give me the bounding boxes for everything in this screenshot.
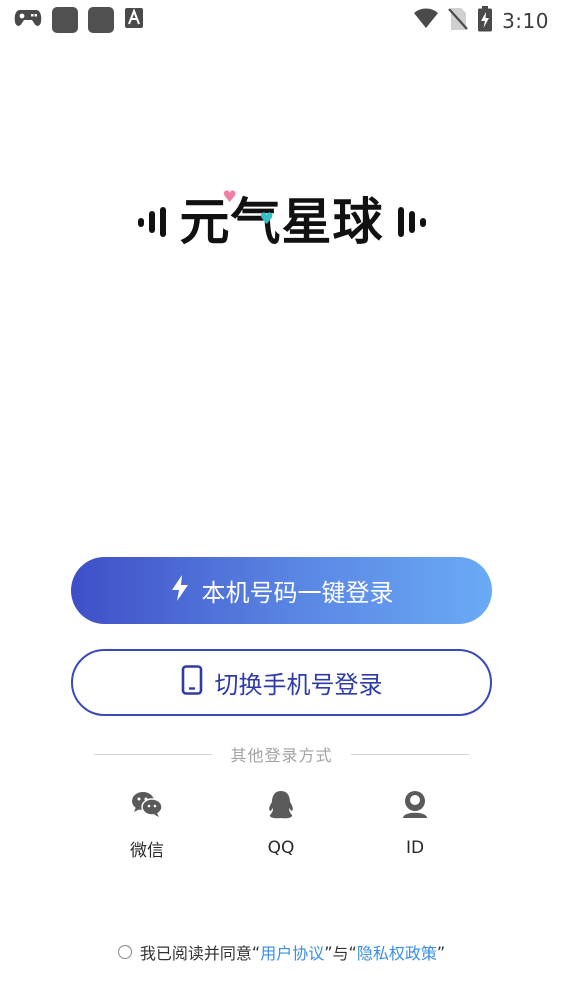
one-click-login-button[interactable]: 本机号码一键登录 [71,557,492,624]
status-bar-left-icons [14,7,144,33]
lightning-icon [170,574,190,608]
qq-login-label: QQ [267,838,295,858]
logo-text: 元气星球 ♥ ♥ [180,189,384,248]
other-login-options: 微信 QQ ID [104,790,464,861]
qq-login-button[interactable]: QQ [241,790,321,858]
quote-open: “ [251,942,261,962]
app-logo: 元气星球 ♥ ♥ [0,182,563,262]
heart-icon: ♥ [222,187,238,206]
switch-phone-login-label: 切换手机号登录 [214,671,383,699]
wechat-login-button[interactable]: 微信 [107,790,187,861]
wechat-icon [131,790,163,822]
agreement-row: 我已阅读并同意 “用户协议” 与 “隐私权政策” [0,938,563,966]
divider-line [94,753,212,755]
app-square-icon [88,7,114,33]
id-login-button[interactable]: ID [375,790,455,858]
no-sim-icon [448,7,468,35]
status-bar-right-icons: 3:10 [413,6,549,36]
phone-icon [181,664,203,701]
sound-wave-left-icon [137,207,166,237]
qq-icon [267,790,295,824]
one-click-login-label: 本机号码一键登录 [201,579,394,607]
heart-icon: ♥ [259,209,275,228]
text-a-icon [124,7,144,33]
user-id-icon [401,790,429,824]
quote-open: “ [348,942,357,962]
app-square-icon [52,7,78,33]
agreement-joiner: 与 [332,944,349,963]
gamepad-icon [14,7,42,33]
id-login-label: ID [405,838,425,858]
privacy-policy-link[interactable]: 隐私权政策 [357,940,437,964]
other-login-divider: 其他登录方式 [94,741,469,767]
status-bar: 3:10 [0,0,563,40]
agreement-checkbox[interactable] [117,945,132,959]
agreement-prefix: 我已阅读并同意 [139,944,252,963]
sound-wave-right-icon [397,207,426,237]
wechat-login-label: 微信 [130,841,164,861]
logo-title: 元气星球 [179,193,384,251]
user-agreement-link[interactable]: 用户协议 [260,940,324,964]
other-login-title: 其他登录方式 [230,746,333,765]
battery-charging-icon [477,6,493,36]
quote-close: ” [436,942,446,962]
switch-phone-login-button[interactable]: 切换手机号登录 [71,649,492,716]
status-time: 3:10 [502,9,549,33]
quote-close: ” [324,942,333,962]
wifi-icon [413,8,439,34]
divider-line [350,753,469,755]
